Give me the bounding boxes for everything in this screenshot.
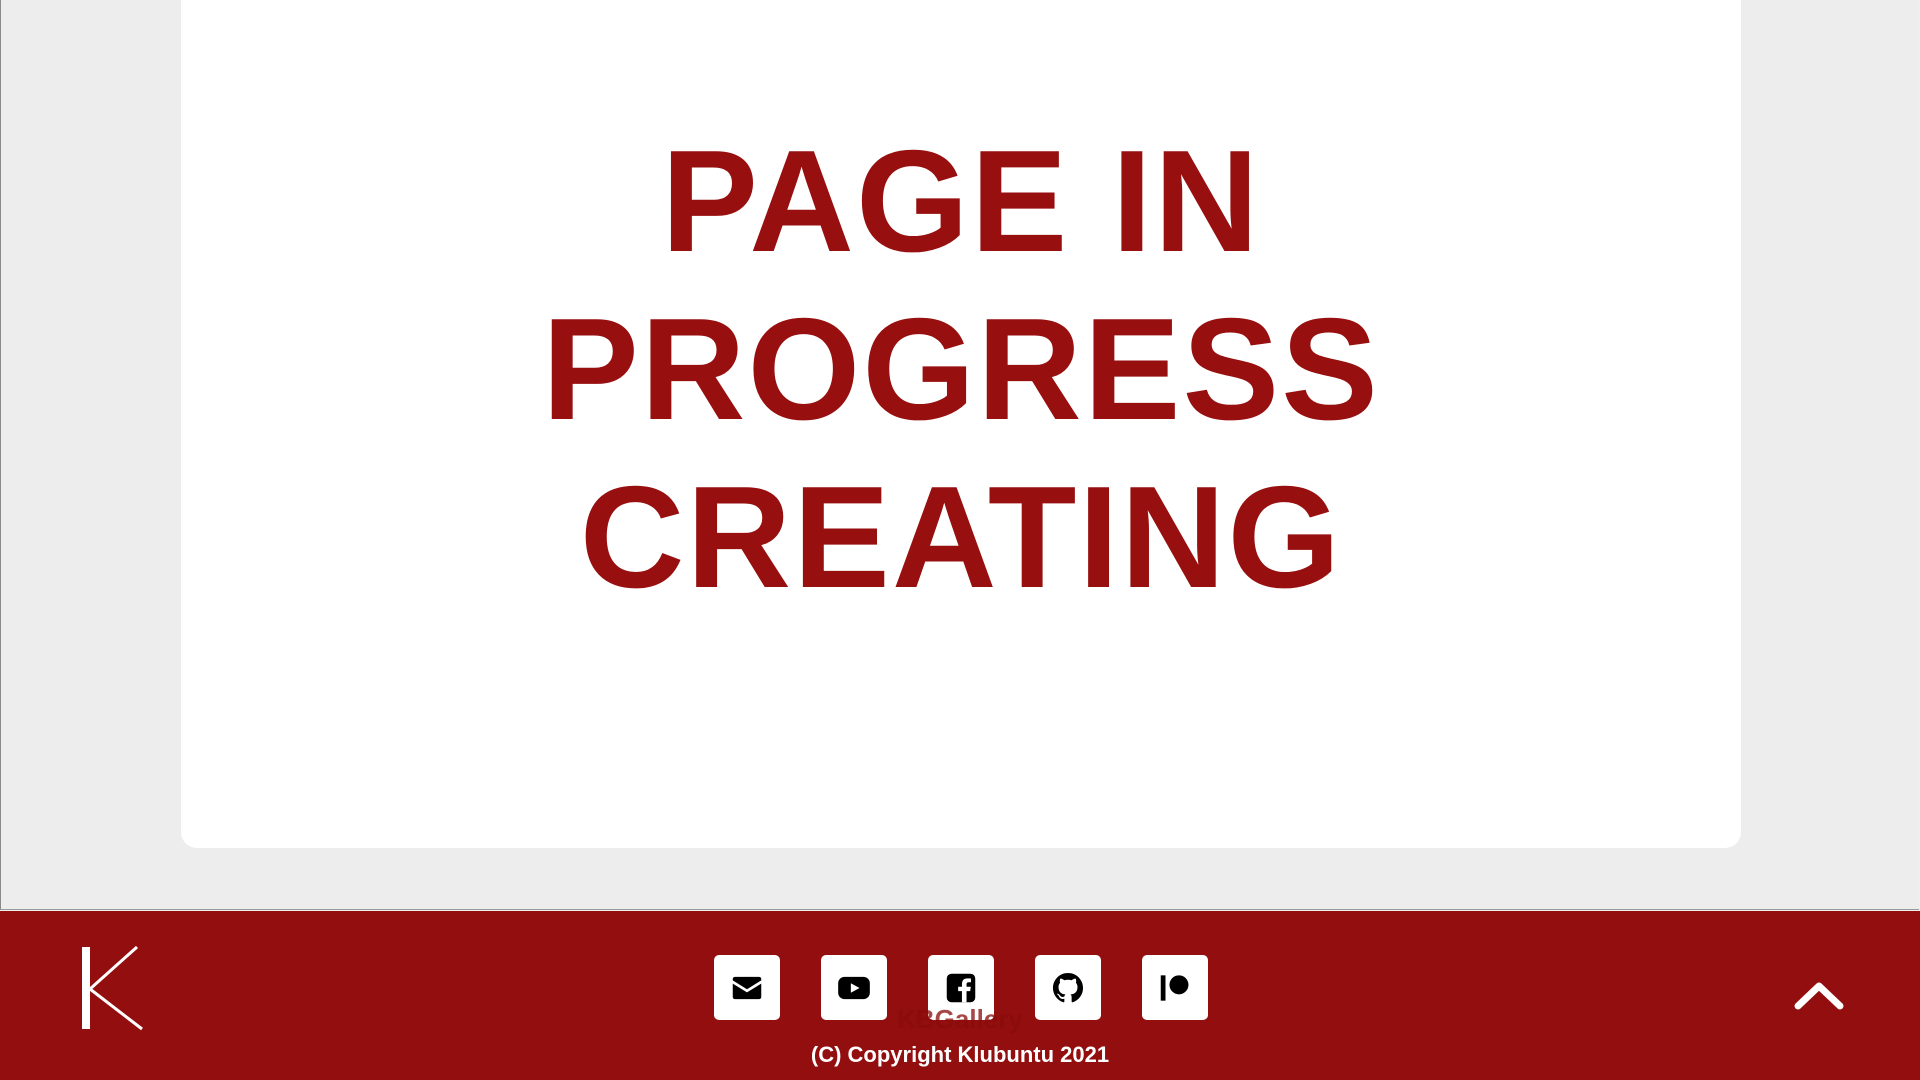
site-footer: KBGallery (C) Copyright Klubuntu 2021 — [0, 911, 1920, 1080]
headline-line-3: CREATING — [579, 456, 1343, 618]
scroll-to-top-button[interactable] — [1792, 973, 1846, 1013]
github-icon — [1052, 972, 1084, 1002]
chevron-up-icon — [1794, 982, 1844, 1010]
content-card: PAGE IN PROGRESS CREATING — [181, 0, 1741, 848]
page-background: PAGE IN PROGRESS CREATING — [0, 0, 1919, 910]
facebook-icon — [946, 973, 976, 1002]
headline-line-2: PROGRESS — [542, 288, 1380, 450]
patreon-icon — [1160, 974, 1189, 1001]
footer-brand: KBGallery — [897, 1004, 1023, 1034]
headline-line-1: PAGE IN — [661, 120, 1261, 282]
copyright-text: (C) Copyright Klubuntu 2021 — [810, 1042, 1110, 1067]
page-in-progress-headline: PAGE IN PROGRESS CREATING — [181, 117, 1741, 621]
youtube-icon — [838, 976, 870, 999]
envelope-icon — [732, 976, 762, 999]
